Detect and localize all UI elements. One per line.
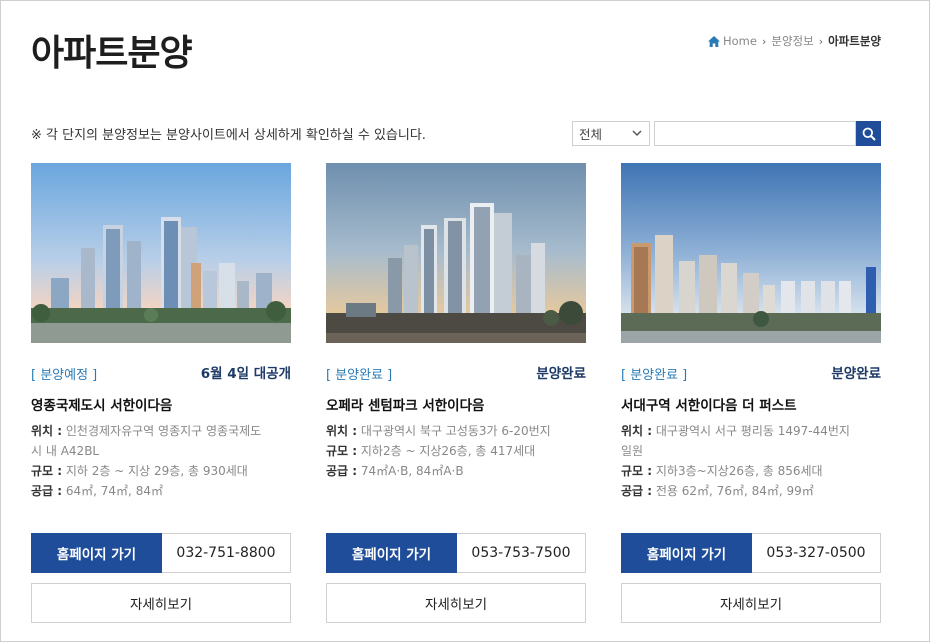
phone-number: 053-327-0500: [752, 533, 881, 573]
breadcrumb-home[interactable]: Home: [723, 34, 757, 48]
home-icon[interactable]: [707, 35, 720, 47]
apartment-photo[interactable]: [326, 163, 586, 343]
supply-label: 공급 :: [31, 484, 63, 498]
category-select-value: 전체: [579, 127, 603, 142]
category-select[interactable]: 전체: [572, 121, 650, 146]
sale-status-tag: [ 분양완료 ]: [326, 368, 393, 383]
location-value: 대구광역시 서구 평리동 1497-44번지: [655, 424, 850, 438]
location-value: 인천경제자유구역 영종지구 영종국제도: [65, 424, 262, 438]
apartment-info: 위치 : 인천경제자유구역 영종지구 영종국제도 시 내 A42BL 규모 : …: [31, 421, 291, 501]
scale-label: 규모 :: [31, 464, 63, 478]
location-label: 위치 :: [326, 424, 358, 438]
apartment-photo[interactable]: [31, 163, 291, 343]
homepage-button[interactable]: 홈페이지 가기: [621, 533, 752, 573]
location-label: 위치 :: [31, 424, 63, 438]
chevron-down-icon: [632, 130, 642, 137]
phone-number: 053-753-7500: [457, 533, 586, 573]
sale-status: 6월 4일 대공개: [200, 366, 291, 382]
search-input[interactable]: [654, 121, 856, 146]
homepage-button[interactable]: 홈페이지 가기: [326, 533, 457, 573]
scale-label: 규모 :: [326, 444, 358, 458]
notice-text: ※ 각 단지의 분양정보는 분양사이트에서 상세하게 확인하실 수 있습니다.: [31, 128, 426, 143]
detail-button[interactable]: 자세히보기: [326, 583, 586, 623]
apartment-info: 위치 : 대구광역시 서구 평리동 1497-44번지 일원 규모 : 지하3층…: [621, 421, 881, 501]
breadcrumb-current: 아파트분양: [828, 34, 881, 48]
apartment-name: 영종국제도시 서한이다음: [31, 398, 173, 414]
chevron-right-icon: ›: [761, 34, 767, 48]
apartment-card-2: [ 분양완료 ] 분양완료 오페라 센텀파크 서한이다음 위치 : 대구광역시 …: [326, 163, 586, 623]
sale-status: 분양완료: [536, 366, 586, 382]
scale-value: 지하3층~지상26층, 총 856세대: [655, 464, 823, 478]
detail-button[interactable]: 자세히보기: [31, 583, 291, 623]
apartment-name: 오페라 센텀파크 서한이다음: [326, 398, 485, 414]
supply-label: 공급 :: [326, 464, 358, 478]
search-button[interactable]: [856, 121, 881, 146]
breadcrumb-sale-info[interactable]: 분양정보: [771, 33, 813, 49]
supply-label: 공급 :: [621, 484, 653, 498]
page-title: 아파트분양: [31, 33, 193, 74]
chevron-right-icon: ›: [818, 34, 824, 48]
location-label: 위치 :: [621, 424, 653, 438]
location-value-cont: 일원: [621, 444, 644, 458]
homepage-button[interactable]: 홈페이지 가기: [31, 533, 162, 573]
apartment-name: 서대구역 서한이다음 더 퍼스트: [621, 398, 797, 414]
apartment-card-1: [ 분양예정 ] 6월 4일 대공개 영종국제도시 서한이다음 위치 : 인천경…: [31, 163, 291, 623]
search-icon: [862, 127, 876, 141]
scale-value: 지하2층 ~ 지상26층, 총 417세대: [360, 444, 536, 458]
supply-value: 전용 62㎡, 76㎡, 84㎡, 99㎡: [655, 484, 814, 498]
breadcrumb: Home › 분양정보 › 아파트분양: [707, 33, 881, 49]
supply-value: 74㎡A·B, 84㎡A·B: [360, 464, 464, 478]
phone-number: 032-751-8800: [162, 533, 291, 573]
apartment-photo[interactable]: [621, 163, 881, 343]
sale-status-tag: [ 분양예정 ]: [31, 368, 98, 383]
scale-value: 지하 2층 ~ 지상 29층, 총 930세대: [65, 464, 248, 478]
location-value: 대구광역시 북구 고성동3가 6-20번지: [360, 424, 551, 438]
sale-status-tag: [ 분양완료 ]: [621, 368, 688, 383]
detail-button[interactable]: 자세히보기: [621, 583, 881, 623]
supply-value: 64㎡, 74㎡, 84㎡: [65, 484, 163, 498]
sale-status: 분양완료: [831, 366, 881, 382]
scale-label: 규모 :: [621, 464, 653, 478]
location-value-cont: 시 내 A42BL: [31, 444, 100, 458]
apartment-card-3: [ 분양완료 ] 분양완료 서대구역 서한이다음 더 퍼스트 위치 : 대구광역…: [621, 163, 881, 623]
apartment-info: 위치 : 대구광역시 북구 고성동3가 6-20번지 규모 : 지하2층 ~ 지…: [326, 421, 586, 481]
